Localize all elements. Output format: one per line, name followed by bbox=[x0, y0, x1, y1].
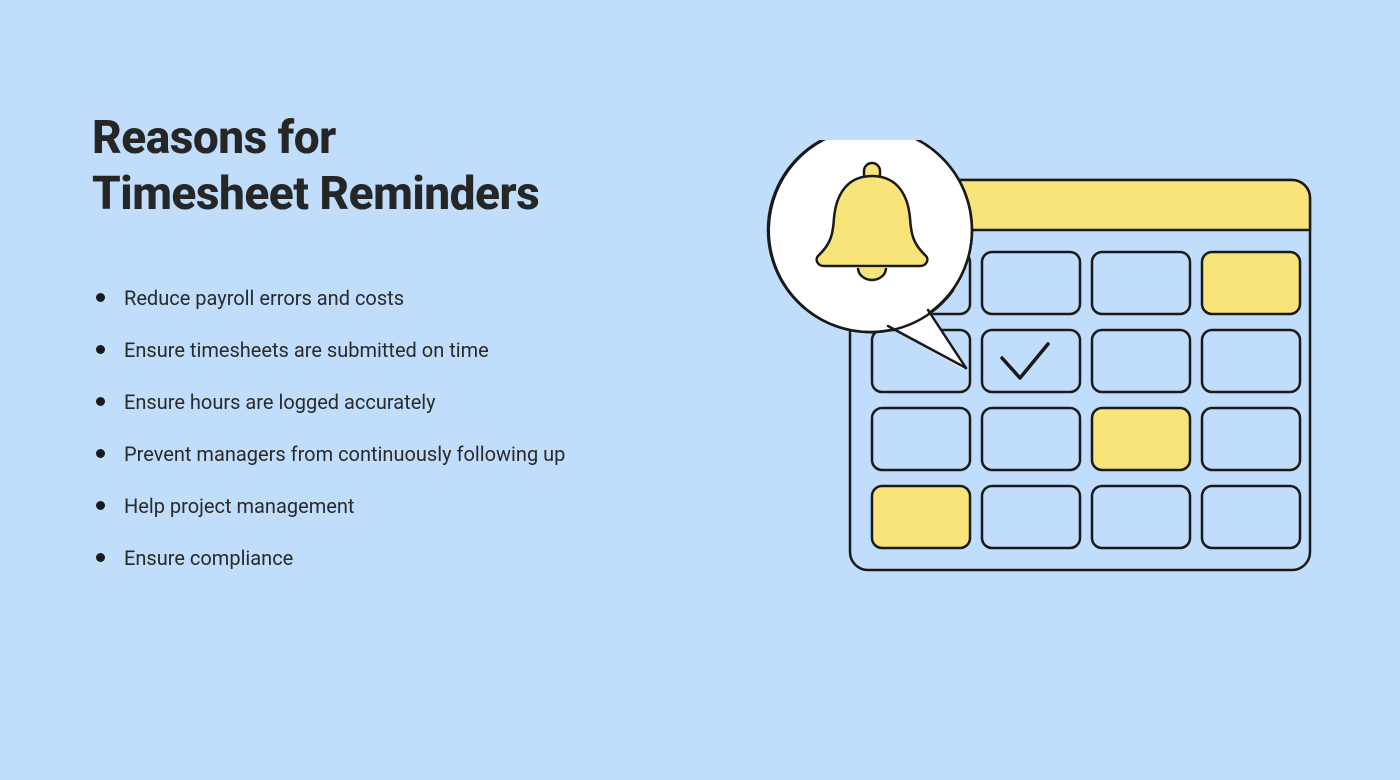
slide-reasons-timesheet-reminders: Reasons for Timesheet Reminders Reduce p… bbox=[0, 0, 1400, 780]
bullet-item: Reduce payroll errors and costs bbox=[116, 284, 712, 312]
bullet-item: Ensure timesheets are submitted on time bbox=[116, 336, 712, 364]
slide-title: Reasons for Timesheet Reminders bbox=[92, 110, 712, 222]
bullet-item: Ensure compliance bbox=[116, 544, 712, 572]
bullet-item: Help project management bbox=[116, 492, 712, 520]
content-column: Reasons for Timesheet Reminders Reduce p… bbox=[92, 110, 712, 596]
calendar-bell-illustration bbox=[760, 140, 1320, 580]
bullet-item: Ensure hours are logged accurately bbox=[116, 388, 712, 416]
bullet-item: Prevent managers from continuously follo… bbox=[116, 440, 712, 468]
bullet-list: Reduce payroll errors and costs Ensure t… bbox=[92, 284, 712, 572]
